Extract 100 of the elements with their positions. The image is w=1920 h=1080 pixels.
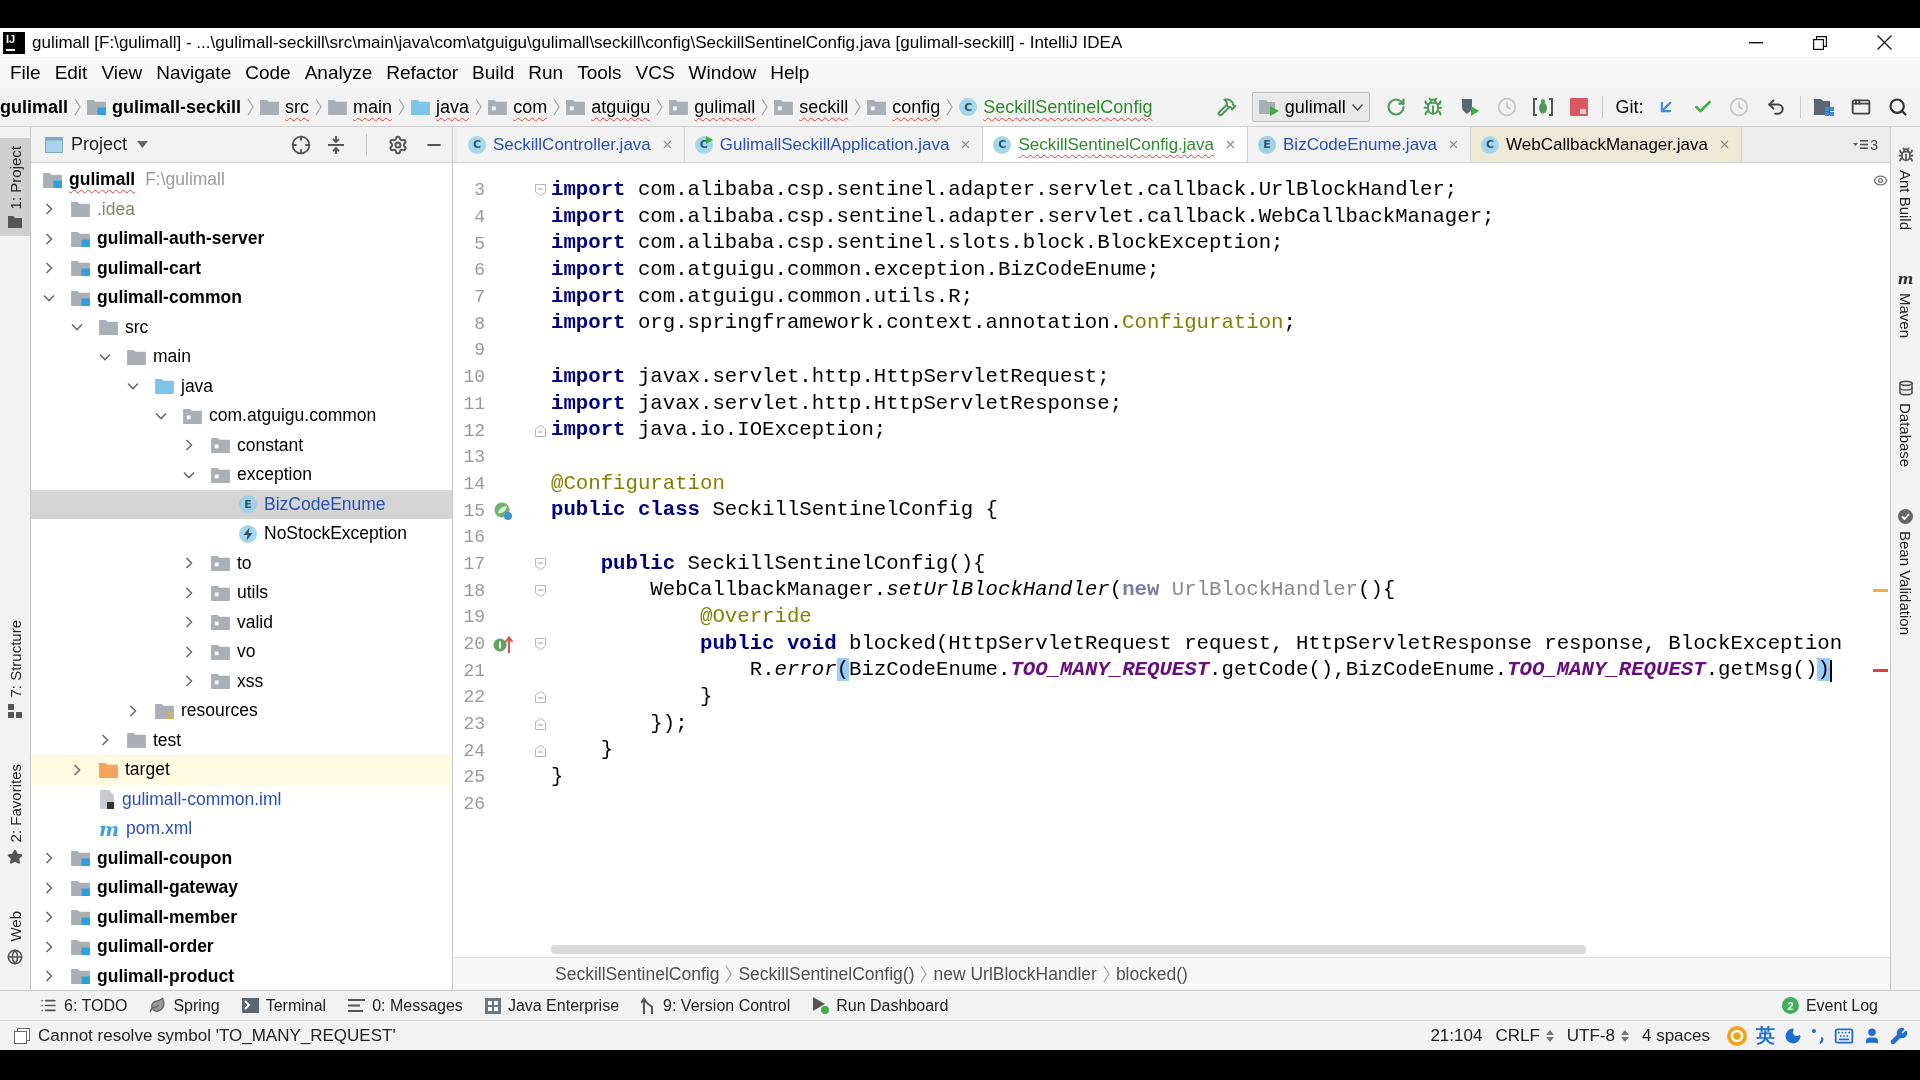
menu-item[interactable]: Window	[681, 61, 764, 84]
tree-item[interactable]: vo	[31, 637, 452, 667]
tool-window-button[interactable]: Java Enterprise	[480, 996, 624, 1015]
chevron-right-icon[interactable]	[43, 911, 55, 924]
tree-item[interactable]: .idea	[31, 194, 452, 224]
menu-item[interactable]: File	[3, 61, 48, 84]
chevron-right-icon[interactable]	[43, 852, 55, 865]
moon-icon[interactable]	[1784, 1026, 1802, 1045]
caret-position[interactable]: 21:104	[1430, 1025, 1483, 1046]
tool-window-tab[interactable]: 2: Favorites	[0, 756, 30, 874]
chevron-right-icon[interactable]	[43, 262, 55, 275]
chevron-right-icon[interactable]	[183, 586, 195, 599]
tree-item[interactable]: to	[31, 548, 452, 578]
window-icon[interactable]	[1850, 97, 1871, 117]
shield-play-icon[interactable]	[1459, 97, 1480, 117]
tree-item[interactable]: gulimall-common	[31, 283, 452, 313]
tree-item[interactable]: com.atguigu.common	[31, 401, 452, 431]
editor-tab[interactable]: C WebCallbackManager.java	[1471, 127, 1742, 162]
chevron-right-icon[interactable]	[71, 763, 83, 776]
tree-item[interactable]: gulimall-product	[31, 961, 452, 990]
fold-marker-icon[interactable]	[534, 638, 546, 651]
nav-crumb[interactable]: gulimall-seckill	[87, 92, 242, 122]
tool-window-tab[interactable]: Ant Build	[1891, 139, 1920, 239]
collapse-all-icon[interactable]	[327, 135, 345, 154]
squares-icon[interactable]	[14, 1027, 30, 1044]
tree-item[interactable]: target	[31, 755, 452, 785]
tree-item[interactable]: gulimall-member	[31, 902, 452, 932]
close-icon[interactable]	[1876, 35, 1892, 50]
menu-item[interactable]: Code	[238, 61, 298, 84]
menu-item[interactable]: Analyze	[297, 61, 380, 84]
chevron-right-icon[interactable]	[43, 203, 55, 216]
tree-item[interactable]: gulimall-common.iml	[31, 784, 452, 814]
fold-marker-icon[interactable]	[534, 691, 546, 704]
event-log-button[interactable]: 2 Event Log	[1777, 996, 1882, 1015]
undo-icon[interactable]	[1766, 97, 1787, 117]
chevron-right-icon[interactable]	[43, 232, 55, 245]
menu-item[interactable]: Navigate	[149, 61, 239, 84]
view-dropdown[interactable]: Project	[71, 134, 149, 155]
chevron-right-icon[interactable]	[183, 675, 195, 688]
chevron-right-icon[interactable]	[183, 557, 195, 570]
menu-item[interactable]: Refactor	[379, 61, 466, 84]
search-icon[interactable]	[1887, 97, 1908, 117]
tree-item[interactable]: exception	[31, 460, 452, 490]
chevron-right-icon[interactable]	[99, 734, 111, 747]
chevron-right-icon[interactable]	[43, 970, 55, 983]
tree-item[interactable]: gulimall-gateway	[31, 873, 452, 903]
bug-icon[interactable]	[1423, 97, 1443, 117]
chevron-right-icon[interactable]	[183, 439, 195, 452]
settings-icon[interactable]	[388, 134, 408, 155]
restore-icon[interactable]	[1813, 35, 1827, 50]
tool-window-tab[interactable]: Bean Validation	[1891, 501, 1920, 644]
nav-crumb[interactable]: gulimall	[669, 92, 756, 122]
leaf-circle-icon[interactable]	[494, 501, 512, 520]
menu-item[interactable]: Edit	[47, 61, 95, 84]
editor-tab[interactable]: C SeckillSentinelConfig.java	[983, 127, 1248, 162]
keyboard-icon[interactable]	[1834, 1025, 1854, 1046]
tool-window-tab[interactable]: 1: Project	[0, 138, 30, 237]
chevron-right-icon[interactable]	[127, 704, 139, 717]
breadcrumb-item[interactable]: new UrlBlockHandler	[933, 963, 1097, 985]
menu-item[interactable]: Tools	[570, 61, 629, 84]
punctuation-icon[interactable]	[1811, 1027, 1825, 1044]
menu-item[interactable]: View	[94, 61, 150, 84]
tool-window-button[interactable]: Terminal	[237, 996, 331, 1015]
fold-marker-icon[interactable]	[534, 557, 546, 570]
breadcrumb-item[interactable]: SeckillSentinelConfig()	[738, 963, 915, 985]
fold-marker-icon[interactable]	[534, 584, 546, 597]
tree-item[interactable]: resources	[31, 696, 452, 726]
minimize-icon[interactable]	[1749, 41, 1763, 44]
tree-item[interactable]: java	[31, 371, 452, 401]
nav-crumb[interactable]: java	[411, 92, 470, 122]
chevron-right-icon[interactable]	[43, 881, 55, 894]
menu-item[interactable]: VCS	[628, 61, 682, 84]
tree-item[interactable]: utils	[31, 578, 452, 608]
tree-item[interactable]: gulimall F:\gulimall	[31, 165, 452, 195]
tree-item[interactable]: src	[31, 312, 452, 342]
nav-crumb[interactable]: main	[328, 92, 393, 122]
input-language-toggle[interactable]: 英	[1756, 1022, 1775, 1049]
nav-crumb[interactable]: C SeckillSentinelConfig	[959, 92, 1153, 122]
menu-item[interactable]: Build	[465, 61, 522, 84]
chevron-right-icon[interactable]	[183, 645, 195, 658]
chevron-right-icon[interactable]	[183, 616, 195, 629]
indent-setting[interactable]: 4 spaces	[1641, 1025, 1710, 1046]
nav-crumb[interactable]: seckill	[774, 92, 849, 122]
editor-tab[interactable]: C SeckillController.java	[458, 127, 685, 162]
nav-crumb[interactable]: atguigu	[566, 92, 651, 122]
line-separator-selector[interactable]: CRLF	[1495, 1025, 1554, 1046]
tree-item[interactable]: valid	[31, 607, 452, 637]
menu-item[interactable]: Help	[763, 61, 817, 84]
wrench-icon[interactable]	[1890, 1026, 1908, 1045]
tree-item[interactable]: E BizCodeEnume	[31, 489, 452, 519]
tree-item[interactable]: xss	[31, 666, 452, 696]
eye-icon[interactable]	[1873, 173, 1888, 188]
tree-item[interactable]: main	[31, 342, 452, 372]
tree-item[interactable]: gulimall-auth-server	[31, 224, 452, 254]
tool-window-button[interactable]: Spring	[145, 996, 224, 1015]
fold-marker-icon[interactable]	[534, 718, 546, 731]
circle-up-arrow-icon[interactable]	[493, 635, 513, 654]
crosshair-icon[interactable]	[291, 134, 311, 155]
tool-window-tab[interactable]: 7: Structure	[0, 611, 30, 727]
breadcrumb-item[interactable]: SeckillSentinelConfig	[555, 963, 720, 985]
